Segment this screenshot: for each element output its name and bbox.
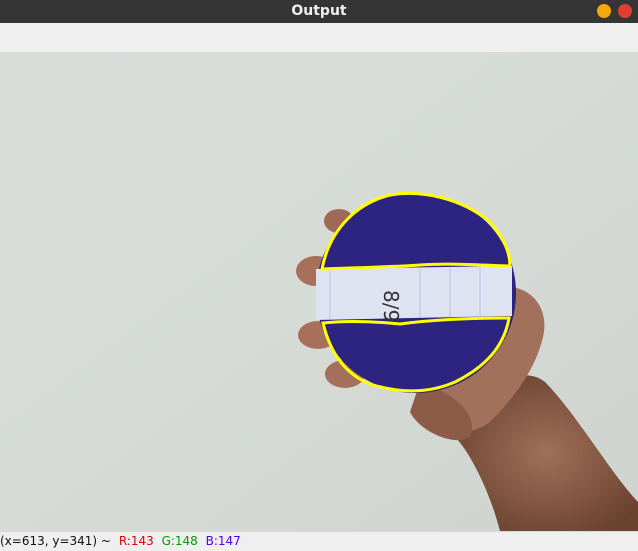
toolbar <box>0 23 638 53</box>
status-bar: (x=613, y=341) ~ R:143 G:148 B:147 <box>0 531 638 551</box>
output-image: 8/9 <box>0 52 638 531</box>
minimize-icon[interactable] <box>597 4 611 18</box>
green-value: G:148 <box>161 534 198 548</box>
close-icon[interactable] <box>618 4 632 18</box>
cursor-coords: (x=613, y=341) ~ <box>0 534 111 548</box>
window-title: Output <box>291 3 347 19</box>
paper-strip <box>316 266 512 320</box>
blue-value: B:147 <box>205 534 241 548</box>
red-value: R:143 <box>118 534 154 548</box>
title-bar: Output <box>0 0 638 23</box>
image-canvas[interactable]: 8/9 <box>0 52 638 531</box>
strip-text: 8/9 <box>379 290 403 322</box>
